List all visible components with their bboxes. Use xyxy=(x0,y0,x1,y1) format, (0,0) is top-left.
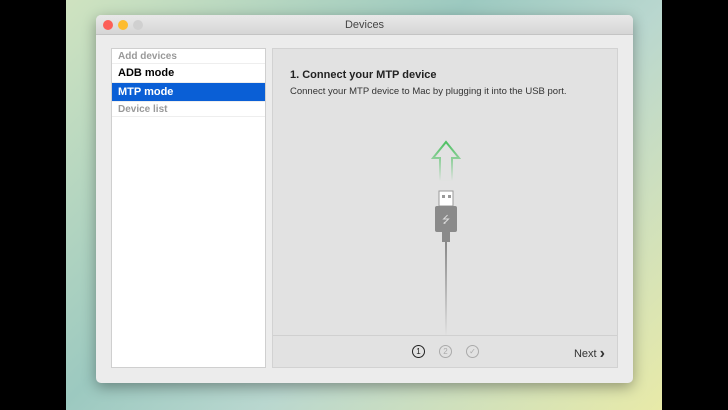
step-done-indicator: ✓ xyxy=(466,345,479,358)
window-title: Devices xyxy=(344,19,385,31)
next-button[interactable]: Next › xyxy=(574,345,605,363)
close-button[interactable] xyxy=(103,20,113,30)
section-device-list: Device list xyxy=(112,102,265,117)
title-bar: Devices xyxy=(96,15,633,35)
sidebar-item-adb-mode[interactable]: ADB mode xyxy=(112,64,265,83)
step-description: Connect your MTP device to Mac by pluggi… xyxy=(290,86,567,97)
sidebar: Add devices ADB mode MTP mode Device lis… xyxy=(111,48,266,368)
next-label: Next xyxy=(573,348,597,360)
upload-arrow-icon xyxy=(430,140,462,182)
minimize-button[interactable] xyxy=(118,20,128,30)
devices-window: Devices Add devices ADB mode MTP mode De… xyxy=(96,15,633,383)
main-panel: 1. Connect your MTP device Connect your … xyxy=(272,48,618,368)
step-2-indicator: 2 xyxy=(439,345,452,358)
step-title: 1. Connect your MTP device xyxy=(290,69,437,81)
chevron-right-icon: › xyxy=(599,345,605,362)
svg-text:⭍: ⭍ xyxy=(442,214,450,226)
section-add-devices: Add devices xyxy=(112,49,265,64)
sidebar-item-mtp-mode[interactable]: MTP mode xyxy=(112,83,265,102)
wizard-footer: 1 2 ✓ Next › xyxy=(273,335,617,367)
usb-plug-illustration: ⭍ xyxy=(430,140,462,337)
zoom-button[interactable] xyxy=(133,20,143,30)
step-1-indicator: 1 xyxy=(412,345,425,358)
